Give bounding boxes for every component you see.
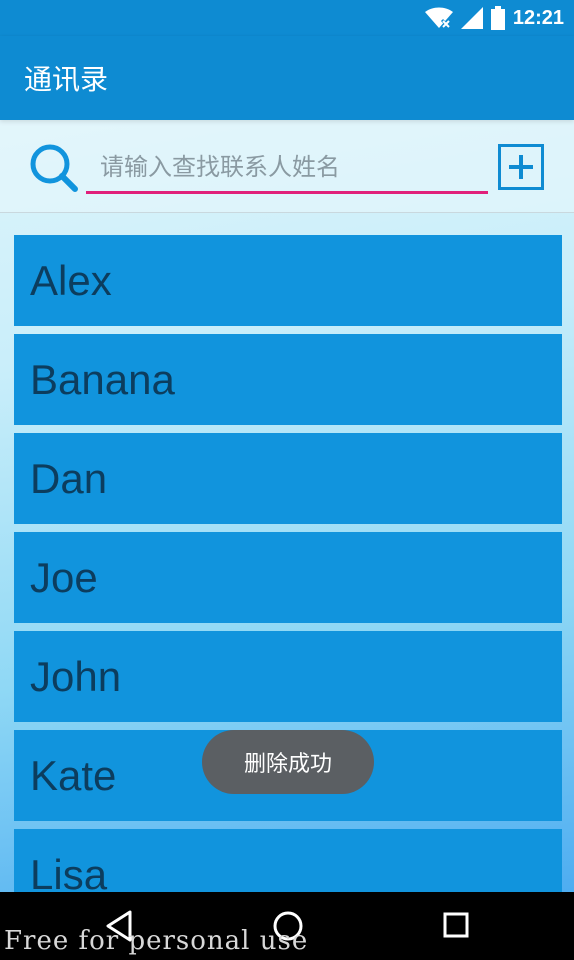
contact-name: Banana	[30, 356, 175, 403]
page-title: 通讯录	[24, 63, 109, 96]
contact-name: Lisa	[30, 851, 108, 892]
contact-name: John	[30, 653, 122, 700]
search-bar	[0, 120, 574, 213]
add-contact-button[interactable]	[498, 144, 544, 190]
plus-icon	[509, 155, 533, 179]
contact-name: Dan	[30, 455, 108, 502]
contact-name: Alex	[30, 257, 112, 304]
status-bar: 12:21	[0, 0, 574, 36]
contact-item[interactable]: Alex	[14, 235, 562, 326]
contact-item[interactable]: Dan	[14, 433, 562, 524]
battery-icon	[490, 6, 505, 30]
app-screen: 12:21 通讯录 Alex Banana Dan Joe	[0, 0, 574, 960]
contact-item[interactable]: Banana	[14, 334, 562, 425]
status-time: 12:21	[512, 6, 564, 29]
wifi-icon	[424, 7, 453, 29]
recents-icon[interactable]	[436, 908, 476, 944]
search-input[interactable]	[86, 142, 488, 194]
toast-message: 删除成功	[202, 730, 374, 794]
contact-name: Kate	[30, 752, 117, 799]
contact-item[interactable]: John	[14, 631, 562, 722]
contact-name: Joe	[30, 554, 98, 601]
status-icons: 12:21	[424, 6, 564, 30]
contact-item[interactable]: Joe	[14, 532, 562, 623]
search-icon[interactable]	[28, 142, 80, 194]
watermark-text: Free for personal use	[4, 926, 309, 956]
app-bar: 通讯录	[0, 36, 574, 120]
contact-item[interactable]: Lisa	[14, 829, 562, 892]
signal-icon	[460, 7, 483, 29]
